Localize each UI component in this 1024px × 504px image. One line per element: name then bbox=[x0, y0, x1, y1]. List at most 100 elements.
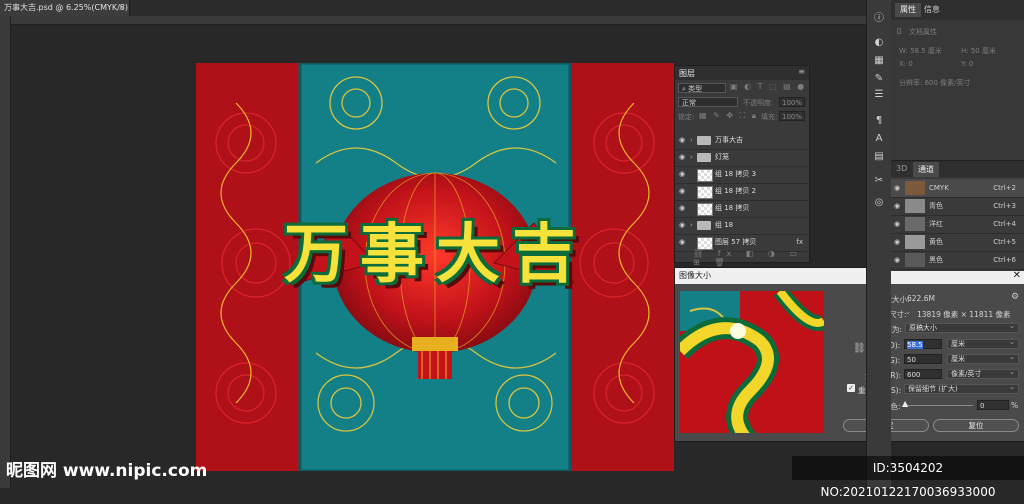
brush-panel-icon[interactable]: ✎ bbox=[871, 72, 887, 86]
document-tab[interactable]: 万事大吉.psd @ 6.25%(CMYK/8) × bbox=[0, 0, 130, 16]
resample-select[interactable]: 保留细节 (扩大) bbox=[904, 383, 1019, 394]
image-size-dialog[interactable]: 图像大小 ✕ 图像大小: 622.6M ⚙ 尺寸: ⌄ 13819 像素 × 1… bbox=[674, 267, 1024, 442]
visibility-eye-icon[interactable]: ◉ bbox=[679, 200, 685, 217]
opacity-field[interactable]: 100% bbox=[779, 97, 805, 107]
gear-icon[interactable]: ⚙ bbox=[1011, 292, 1019, 302]
link-icon[interactable]: ⛓ bbox=[853, 343, 866, 354]
layer-filter-value: 类型 bbox=[688, 85, 703, 93]
noise-field[interactable]: 0 bbox=[977, 400, 1009, 410]
panel-dock-toolbar: ⓘ ◐ ▦ ✎ ☰ ¶ A ▤ ✂ ◎ bbox=[866, 0, 891, 488]
channels-tab-bar: 3D 通道 bbox=[891, 161, 1024, 177]
artwork-canvas[interactable]: 万事大吉 bbox=[196, 63, 674, 471]
layer-row[interactable]: ◉ › 万事大吉 bbox=[675, 132, 809, 150]
channel-shortcut: Ctrl+3 bbox=[993, 202, 1016, 210]
property-y: Y: 0 bbox=[961, 60, 974, 68]
layer-row[interactable]: ◉ 组 18 拷贝 3 bbox=[675, 166, 809, 184]
layer-filter-select[interactable]: ⌕ 类型 bbox=[678, 83, 726, 93]
character-panel-icon[interactable]: A bbox=[871, 132, 887, 146]
layer-name: 组 18 拷贝 bbox=[715, 204, 750, 212]
close-icon[interactable]: × bbox=[118, 0, 125, 16]
resolution-field[interactable]: 600 bbox=[904, 369, 942, 379]
dimensions-label: 尺寸: bbox=[889, 310, 907, 319]
lock-icons[interactable]: ▦ ✎ ✥ ⛶ 🔒︎ bbox=[699, 111, 758, 121]
tab-channels[interactable]: 通道 bbox=[913, 162, 939, 177]
channel-thumbnail bbox=[905, 235, 925, 249]
layer-row[interactable]: ◉ › 灯笼 bbox=[675, 149, 809, 167]
visibility-eye-icon[interactable]: ◉ bbox=[894, 251, 900, 269]
horizontal-ruler bbox=[10, 16, 866, 25]
layer-row[interactable]: ◉ 组 18 拷贝 bbox=[675, 200, 809, 218]
height-unit-select[interactable]: 厘米 bbox=[947, 353, 1019, 364]
layer-name: 组 18 拷贝 2 bbox=[715, 187, 757, 195]
visibility-eye-icon[interactable]: ◉ bbox=[679, 183, 685, 200]
properties-panel[interactable]: 属性 信息 ▯ 文档属性 W: 58.5 厘米 H: 50 厘米 X: 0 Y:… bbox=[891, 0, 1024, 160]
image-size-value: 622.6M bbox=[907, 294, 935, 303]
dimensions-value: 13819 像素 × 11811 像素 bbox=[917, 310, 1011, 319]
visibility-eye-icon[interactable]: ◉ bbox=[894, 233, 900, 251]
chevron-right-icon[interactable]: › bbox=[690, 149, 693, 166]
layers-footer-icons[interactable]: ⛓ fx ◧ ◑ ▭ ⊞ 🗑︎ bbox=[693, 249, 809, 267]
resolution-unit-select[interactable]: 像素/英寸 bbox=[947, 368, 1019, 379]
channel-row[interactable]: ◉ 洋红 Ctrl+4 bbox=[891, 215, 1024, 234]
visibility-eye-icon[interactable]: ◉ bbox=[679, 234, 685, 251]
visibility-eye-icon[interactable]: ◉ bbox=[894, 197, 900, 215]
noise-slider-thumb[interactable]: ▲ bbox=[902, 399, 908, 408]
channel-name: CMYK bbox=[929, 184, 949, 192]
layer-row[interactable]: ◉ › 组 18 bbox=[675, 217, 809, 235]
tab-3d[interactable]: 3D bbox=[896, 164, 907, 173]
paragraph-panel-icon[interactable]: ¶ bbox=[871, 114, 887, 128]
opacity-label: 不透明度: bbox=[743, 99, 774, 107]
visibility-eye-icon[interactable]: ◉ bbox=[679, 149, 685, 166]
layers-panel[interactable]: 图层 ≡ ⌕ 类型 ▣ ◐ T ⬚ ▤ ● 正常 不透明度: 100% 锁定: … bbox=[674, 65, 810, 267]
visibility-eye-icon[interactable]: ◉ bbox=[679, 166, 685, 183]
blend-mode-select[interactable]: 正常 bbox=[678, 97, 738, 107]
width-value: 58.5 bbox=[907, 341, 923, 349]
channel-row[interactable]: ◉ 黑色 Ctrl+6 bbox=[891, 251, 1024, 270]
styles-panel-icon[interactable]: ▤ bbox=[871, 150, 887, 164]
tab-info[interactable]: 信息 bbox=[919, 3, 945, 17]
property-x: X: 0 bbox=[899, 60, 913, 68]
reset-button[interactable]: 复位 bbox=[933, 419, 1019, 432]
fill-label: 填充: bbox=[761, 113, 778, 121]
panel-menu-icon[interactable]: ≡ bbox=[798, 67, 805, 76]
folder-icon bbox=[697, 221, 711, 230]
layers-panel-header: 图层 ≡ bbox=[675, 66, 809, 80]
fit-to-select[interactable]: 原稿大小 bbox=[905, 322, 1019, 333]
layer-row[interactable]: ◉ 组 18 拷贝 2 bbox=[675, 183, 809, 201]
fill-field[interactable]: 100% bbox=[779, 111, 805, 121]
noise-slider-track[interactable] bbox=[905, 405, 973, 406]
visibility-eye-icon[interactable]: ◉ bbox=[894, 179, 900, 197]
swatches-panel-icon[interactable]: ▦ bbox=[871, 54, 887, 68]
channel-shortcut: Ctrl+4 bbox=[993, 220, 1016, 228]
channel-shortcut: Ctrl+6 bbox=[993, 256, 1016, 264]
noise-unit: % bbox=[1011, 401, 1019, 410]
visibility-eye-icon[interactable]: ◉ bbox=[679, 217, 685, 234]
channel-shortcut: Ctrl+5 bbox=[993, 238, 1016, 246]
channel-row[interactable]: ◉ 青色 Ctrl+3 bbox=[891, 197, 1024, 216]
chevron-right-icon[interactable]: › bbox=[690, 217, 693, 234]
channels-panel[interactable]: 3D 通道 ◉ CMYK Ctrl+2 ◉ 青色 Ctrl+3 ◉ 洋红 Ctrl+4 ◉ 黄色 Ct… bbox=[891, 160, 1024, 271]
image-preview[interactable] bbox=[680, 291, 824, 433]
channel-name: 黄色 bbox=[929, 238, 943, 246]
resample-checkbox[interactable]: ✓ bbox=[847, 384, 855, 392]
visibility-eye-icon[interactable]: ◉ bbox=[679, 132, 685, 149]
tab-properties[interactable]: 属性 bbox=[895, 3, 921, 17]
visibility-eye-icon[interactable]: ◉ bbox=[894, 215, 900, 233]
tools-panel-icon[interactable]: ✂ bbox=[871, 174, 887, 188]
property-resolution: 分辨率: 600 像素/英寸 bbox=[899, 79, 971, 87]
channel-thumbnail bbox=[905, 181, 925, 195]
channel-row[interactable]: ◉ CMYK Ctrl+2 bbox=[891, 179, 1024, 198]
adjustments-panel-icon[interactable]: ☰ bbox=[871, 88, 887, 102]
color-panel-icon[interactable]: ◐ bbox=[871, 36, 887, 50]
info-panel-icon[interactable]: ⓘ bbox=[871, 12, 887, 26]
paths-panel-icon[interactable]: ◎ bbox=[871, 196, 887, 210]
layer-name: 组 18 bbox=[715, 221, 734, 229]
property-height: H: 50 厘米 bbox=[961, 47, 996, 55]
channel-row[interactable]: ◉ 黄色 Ctrl+5 bbox=[891, 233, 1024, 252]
chevron-down-icon[interactable]: ⌄ bbox=[905, 308, 911, 316]
chevron-right-icon[interactable]: › bbox=[690, 132, 693, 149]
width-field[interactable]: 58.5 bbox=[904, 339, 942, 349]
height-field[interactable]: 50 bbox=[904, 354, 942, 364]
width-unit-select[interactable]: 厘米 bbox=[947, 338, 1019, 349]
layer-filter-icons[interactable]: ▣ ◐ T ⬚ ▤ ● bbox=[730, 82, 806, 91]
